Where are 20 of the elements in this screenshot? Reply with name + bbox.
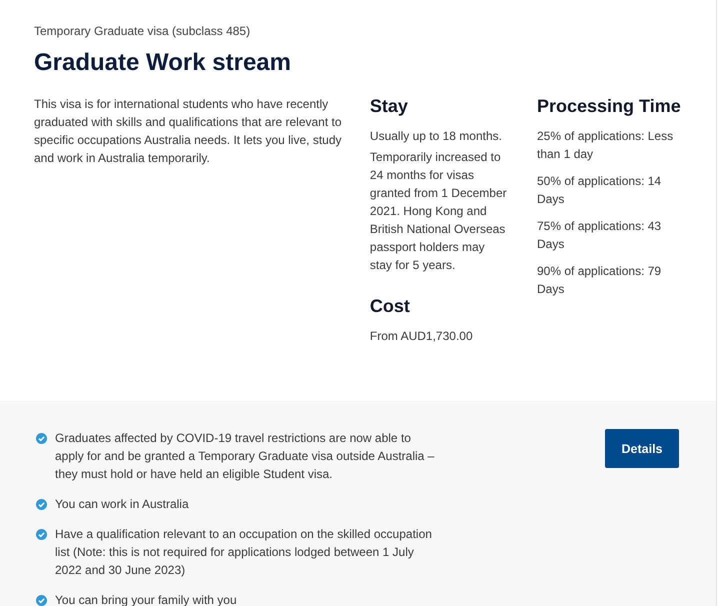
check-circle-icon — [36, 433, 47, 444]
highlight-text: Graduates affected by COVID-19 travel restrictions are now able to apply for and be granted a Temporary Graduate visa outside Australia – they must hold or have held an eligible Student visa. — [55, 430, 436, 483]
section-heading: Processing Time — [537, 95, 682, 118]
details-button[interactable]: Details — [605, 429, 679, 468]
visa-subtitle: Temporary Graduate visa (subclass 485) — [34, 24, 252, 38]
section-text: 90% of applications: 79 Days — [537, 263, 662, 298]
highlight-text: You can work in Australia — [55, 496, 189, 513]
section-text: Temporarily increased to 24 months for visas granted from 1 December 2021. Hong Kong and British National Overseas passport holders may stay for 5 years. — [370, 149, 507, 274]
highlight-text: Have a qualification relevant to an occupation on the skilled occupation list (Note: this is not required for applications lodged between 1 July 2022 and 30 June 2023) — [55, 526, 433, 579]
section-heading: Stay — [370, 95, 409, 118]
section-text: From AUD1,730.00 — [370, 328, 474, 345]
section-heading: Cost — [370, 295, 411, 318]
visa-description: This visa is for international students who have recently graduated with skills and qualifications that are relevant to specific occupations Australia needs. It lets you live, study and work in Australia temporarily. — [34, 96, 342, 167]
page-title: Graduate Work stream — [34, 49, 292, 77]
section-text: 25% of applications: Less than 1 day — [537, 128, 674, 163]
check-circle-icon — [36, 529, 47, 540]
section-text: 50% of applications: 14 Days — [537, 173, 662, 208]
section-text: Usually up to 18 months. — [370, 128, 503, 145]
check-circle-icon — [36, 499, 47, 510]
section-text: 75% of applications: 43 Days — [537, 218, 662, 253]
